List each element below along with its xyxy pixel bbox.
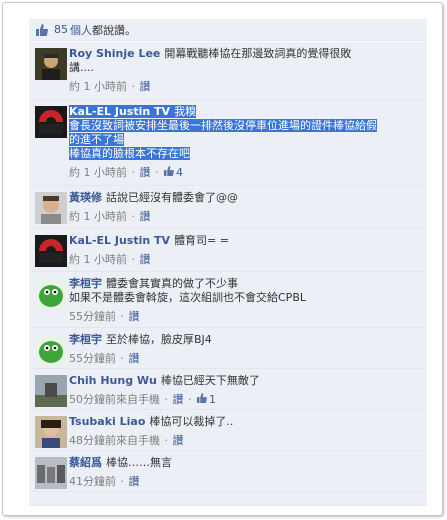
comment-item: 黃瑛修 話說已經沒有體委會了@@ 約 1 小時前 · 讚: [29, 186, 427, 229]
comment-like-count[interactable]: 4: [176, 166, 183, 179]
like-link[interactable]: 讚: [140, 253, 151, 266]
comment-meta: 約 1 小時前 · 讚: [69, 210, 151, 223]
thumbs-up-icon: [196, 393, 207, 406]
comment-text: 開幕戰聽棒協在那邊致詞真的覺得很敗: [164, 47, 352, 60]
comment-text: 體委會其實真的做了不少事: [106, 277, 238, 290]
avatar[interactable]: [35, 416, 67, 448]
comment-author[interactable]: KaL-EL Justin TV: [69, 234, 170, 247]
like-link[interactable]: 讚: [129, 352, 140, 365]
comment-meta: 約 1 小時前 · 讚: [69, 80, 151, 93]
avatar[interactable]: [35, 235, 67, 267]
comment-meta: 48分鐘前來自手機 · 讚: [69, 434, 184, 447]
comment-item: Roy Shinje Lee 開幕戰聽棒協在那邊致詞真的覺得很敗 講.... 約 …: [29, 42, 427, 100]
comment-like-count[interactable]: 1: [209, 393, 216, 406]
comment-item: Tsubaki Liao 棒協可以裁掉了.. 48分鐘前來自手機 · 讚: [29, 410, 427, 451]
comment-meta: 約 1 小時前 · 讚 · 4: [69, 166, 183, 179]
comment-time[interactable]: 55分鐘前: [69, 310, 116, 323]
comment-meta: 約 1 小時前 · 讚: [69, 253, 151, 266]
comment-text: 講....: [69, 61, 94, 74]
comment-text: 棒協可以裁掉了..: [149, 415, 234, 428]
like-link[interactable]: 讚: [173, 393, 184, 406]
like-link[interactable]: 讚: [140, 210, 151, 223]
comment-author[interactable]: 黃瑛修: [69, 191, 102, 204]
comment-time[interactable]: 約 1 小時前: [69, 210, 127, 223]
comment-item: KaL-EL Justin TV 體育司= = 約 1 小時前 · 讚: [29, 229, 427, 272]
comment-item: 李桓宇 至於棒協，臉皮厚BJ4 55分鐘前 · 讚: [29, 328, 427, 369]
comment-time[interactable]: 約 1 小時前: [69, 166, 127, 179]
avatar[interactable]: [35, 48, 67, 80]
likes-text: 都說讚。: [92, 23, 136, 37]
comment-item-partial: [29, 492, 427, 506]
comment-text: 如果不是體委會斡旋，這次組訓也不會交給CPBL: [69, 291, 306, 304]
comment-item: 李桓宇 體委會其實真的做了不少事 如果不是體委會斡旋，這次組訓也不會交給CPBL …: [29, 272, 427, 328]
comment-author[interactable]: 蔡紹爲: [69, 456, 102, 469]
comment-meta: 55分鐘前 · 讚: [69, 310, 140, 323]
like-link[interactable]: 讚: [140, 80, 151, 93]
avatar[interactable]: [35, 192, 67, 224]
comment-author[interactable]: 李桓宇: [69, 277, 102, 290]
comment-item: KaL-EL Justin TV 我糗 會長沒致詞被安排坐最後一排然後沒停車位進場…: [29, 100, 427, 186]
comment-item: Chih Hung Wu 棒協已經天下無敵了 50分鐘前來自手機 · 讚 · 1: [29, 369, 427, 410]
comment-text: 至於棒協，臉皮厚BJ4: [106, 333, 212, 346]
comment-item: 蔡紹爲 棒協……無言 41分鐘前 · 讚: [29, 451, 427, 492]
comment-time[interactable]: 55分鐘前: [69, 352, 116, 365]
likes-count[interactable]: 85: [54, 23, 68, 36]
avatar[interactable]: [35, 375, 67, 407]
likes-summary: 85 個人 都說讚。: [29, 19, 427, 41]
comment-author[interactable]: 李桓宇: [69, 333, 102, 346]
comment-author[interactable]: Roy Shinje Lee: [69, 47, 160, 60]
like-link[interactable]: 讚: [140, 166, 151, 179]
comment-text: 話說已經沒有體委會了@@: [106, 191, 238, 204]
comment-meta: 55分鐘前 · 讚: [69, 352, 140, 365]
comment-text: 體育司= =: [174, 234, 229, 247]
comment-time[interactable]: 約 1 小時前: [69, 253, 127, 266]
comment-author[interactable]: KaL-EL Justin TV: [69, 105, 170, 118]
thumbs-up-icon: [163, 166, 174, 179]
comment-text: 會長沒致詞被安排坐最後一排然後沒停車位進場的證件棒協給假: [69, 119, 377, 132]
comment-text: 棒協已經天下無敵了: [160, 374, 260, 387]
comment-text: 棒協真的臉根本不存在吧: [69, 147, 190, 160]
comment-text: 我糗: [174, 105, 197, 118]
comment-author[interactable]: Tsubaki Liao: [69, 415, 145, 428]
likes-people-link[interactable]: 個人: [70, 22, 92, 38]
like-link[interactable]: 讚: [129, 475, 140, 488]
avatar[interactable]: [35, 457, 67, 489]
comment-author[interactable]: Chih Hung Wu: [69, 374, 157, 387]
comment-time[interactable]: 41分鐘前: [69, 475, 116, 488]
comment-text: 棒協……無言: [106, 456, 172, 469]
avatar[interactable]: [35, 334, 67, 366]
comment-list: Roy Shinje Lee 開幕戰聽棒協在那邊致詞真的覺得很敗 講.... 約 …: [29, 42, 427, 506]
comment-time[interactable]: 48分鐘前來自手機: [69, 434, 160, 447]
comments-panel: 85 個人 都說讚。 Roy Shinje Lee 開幕戰聽棒協在那邊致詞真的覺得…: [2, 2, 443, 516]
avatar[interactable]: [35, 106, 67, 138]
comment-text: 的進不了場: [69, 133, 124, 146]
comment-meta: 50分鐘前來自手機 · 讚 · 1: [69, 393, 216, 406]
like-link[interactable]: 讚: [129, 310, 140, 323]
comment-time[interactable]: 50分鐘前來自手機: [69, 393, 160, 406]
thumbs-up-icon: [35, 23, 48, 36]
avatar[interactable]: [35, 278, 67, 310]
like-link[interactable]: 讚: [173, 434, 184, 447]
comment-meta: 41分鐘前 · 讚: [69, 475, 140, 488]
comment-time[interactable]: 約 1 小時前: [69, 80, 127, 93]
